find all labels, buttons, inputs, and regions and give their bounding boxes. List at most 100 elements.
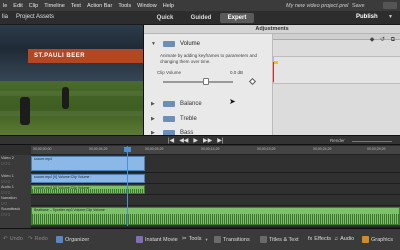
- expand-triangle-icon[interactable]: ▶: [151, 101, 155, 107]
- expand-triangle-icon[interactable]: ▶: [151, 116, 155, 122]
- rewind-icon[interactable]: ◀◀: [179, 137, 188, 144]
- keyframe-lane[interactable]: [273, 56, 400, 84]
- track-header-video-2[interactable]: Video 2 ◻ ◻ ◻: [0, 156, 31, 165]
- play-icon[interactable]: ▶: [193, 137, 198, 144]
- menu-timeline[interactable]: Timeline: [41, 3, 68, 9]
- graphics-label: Graphics: [371, 236, 394, 243]
- clip-volume-value[interactable]: 0.0 dB: [230, 70, 243, 75]
- menu-text[interactable]: Text: [68, 3, 84, 9]
- animate-note: Animate by adding keyframes to parameter…: [160, 53, 258, 64]
- timeline-tracks[interactable]: soccer.mp4 soccer.mp4 [V] Volume:Clip Vo…: [31, 155, 400, 228]
- go-to-end-icon[interactable]: ▶|: [217, 137, 223, 144]
- track-buttons[interactable]: ◻ ◻: [1, 201, 31, 205]
- track-lane-audio-1[interactable]: soccer.mp4 [A] Volume:Clip Volume ·: [31, 184, 400, 195]
- menu-clip[interactable]: Clip: [26, 3, 41, 9]
- timeline-playhead[interactable]: [127, 146, 128, 226]
- track-name: Soundtrack: [1, 207, 21, 211]
- graphics-icon: [362, 236, 369, 243]
- section-volume[interactable]: ▼ Volume: [144, 37, 269, 51]
- clip-label: soccer.mp4 [V] Volume:Clip Volume ·: [34, 175, 92, 179]
- menu-action-bar[interactable]: Action Bar: [84, 3, 115, 9]
- clip-volume-slider-handle[interactable]: [203, 78, 210, 85]
- section-treble[interactable]: ▶ Treble: [144, 112, 269, 126]
- effects-button[interactable]: fx Effects: [308, 236, 331, 242]
- track-header-narration[interactable]: Narration ◻ ◻: [0, 196, 31, 205]
- track-lane-video-1[interactable]: soccer.mp4 [V] Volume:Clip Volume ·: [31, 173, 400, 184]
- expand-triangle-icon[interactable]: ▼: [151, 41, 156, 47]
- zoom-slider[interactable]: [352, 141, 392, 142]
- transitions-button[interactable]: Transitions: [214, 236, 250, 243]
- chevron-down-icon[interactable]: ▼: [388, 14, 393, 20]
- instant-movie-button[interactable]: Instant Movie: [136, 236, 178, 243]
- keyframe-marker[interactable]: [274, 61, 278, 64]
- chevron-down-icon: ▼: [204, 236, 209, 242]
- track-header-audio-1[interactable]: Audio 1 ◻ ◻ ◻: [0, 185, 31, 194]
- tab-expert[interactable]: Expert: [220, 13, 254, 23]
- timeline-transport: |◀ ◀◀ ▶ ▶▶ ▶| Render: [0, 135, 400, 145]
- tab-quick[interactable]: Quick: [148, 13, 182, 23]
- tab-guided[interactable]: Guided: [184, 13, 218, 23]
- tools-button[interactable]: ✂ Tools ▼: [182, 236, 208, 242]
- project-assets-button[interactable]: Project Assets: [16, 14, 54, 20]
- timeline-clip[interactable]: Beatbase – Sportier.mp3 Volume:Clip Volu…: [31, 207, 400, 225]
- audio-button[interactable]: ♫ Audio: [334, 236, 354, 242]
- fast-forward-icon[interactable]: ▶▶: [203, 137, 212, 144]
- track-name: Video 1: [1, 174, 14, 178]
- effects-label: Effects: [314, 236, 331, 242]
- transitions-label: Transitions: [223, 236, 250, 243]
- track-buttons[interactable]: ◻ ◻ ◻: [1, 179, 31, 183]
- player-figure: [62, 87, 69, 109]
- mode-bar: lia Project Assets Quick Guided Expert P…: [0, 11, 400, 25]
- keyframe-tools[interactable]: ◆ ↺ ⧉: [370, 36, 397, 44]
- project-label[interactable]: lia: [2, 14, 8, 20]
- section-treble-label: Treble: [180, 116, 197, 122]
- organizer-label: Organizer: [65, 236, 90, 243]
- app-window: le Edit Clip Timeline Text Action Bar To…: [0, 0, 400, 250]
- graphics-button[interactable]: Graphics: [362, 236, 393, 243]
- instant-movie-icon: [136, 236, 143, 243]
- track-buttons[interactable]: ◻ ◻ ◻: [1, 190, 31, 194]
- titles-label: Titles & Text: [269, 236, 299, 243]
- go-to-start-icon[interactable]: |◀: [168, 137, 174, 144]
- ruler-label: 00;00;19;29: [257, 147, 276, 151]
- track-lane-narration[interactable]: [31, 195, 400, 206]
- field-stripe: [0, 91, 143, 96]
- undo-label: Undo: [9, 236, 23, 242]
- video-monitor[interactable]: ST.PAULI BEER: [0, 25, 143, 135]
- treble-icon: [163, 116, 175, 122]
- clip-volume-label: Clip Volume: [157, 70, 182, 75]
- menu-help[interactable]: Help: [160, 3, 177, 9]
- menu-window[interactable]: Window: [134, 3, 160, 9]
- playhead-handle[interactable]: [124, 147, 131, 152]
- section-volume-label: Volume: [180, 41, 201, 47]
- track-header-soundtrack[interactable]: Soundtrack ◻ ◻ ◻: [0, 207, 31, 216]
- organizer-button[interactable]: Organizer: [56, 236, 89, 243]
- tools-label: Tools: [188, 236, 202, 242]
- redo-button[interactable]: ↷ Redo: [28, 236, 48, 242]
- adjustment-list: ▼ Volume Animate by adding keyframes to …: [144, 34, 274, 136]
- track-lane-video-2[interactable]: soccer.mp4: [31, 155, 400, 173]
- render-button[interactable]: Render: [330, 138, 345, 143]
- audio-label: Audio: [340, 236, 355, 242]
- track-lane-soundtrack[interactable]: Beatbase – Sportier.mp3 Volume:Clip Volu…: [31, 206, 400, 228]
- keyframe-playhead[interactable]: [273, 62, 274, 82]
- save-button[interactable]: Save: [352, 3, 365, 9]
- ruler-label: 00;00;14;29: [201, 147, 220, 151]
- clip-volume-track[interactable]: [163, 81, 233, 83]
- timeline-ruler[interactable]: 00;00;00;00 00;00;04;29 00;00;09;29 00;0…: [31, 146, 400, 155]
- clip-label: Beatbase – Sportier.mp3 Volume:Clip Volu…: [34, 208, 107, 212]
- menu-tools[interactable]: Tools: [115, 3, 134, 9]
- track-buttons[interactable]: ◻ ◻ ◻: [1, 161, 31, 165]
- menu-edit[interactable]: Edit: [10, 3, 25, 9]
- track-header-video-1[interactable]: Video 1 ◻ ◻ ◻: [0, 174, 31, 183]
- window-controls[interactable]: [383, 2, 397, 9]
- audio-icon: ♫: [334, 236, 339, 242]
- undo-button[interactable]: ↶ Undo: [3, 236, 23, 242]
- keyframe-toggle-icon[interactable]: [248, 77, 257, 86]
- menu-file[interactable]: le: [0, 3, 10, 9]
- titles-button[interactable]: Titles & Text: [260, 236, 299, 243]
- keyframe-area[interactable]: ◆ ↺ ⧉: [272, 34, 400, 135]
- publish-button[interactable]: Publish: [356, 14, 378, 20]
- section-balance[interactable]: ▶ Balance: [144, 97, 269, 111]
- track-buttons[interactable]: ◻ ◻ ◻: [1, 212, 31, 216]
